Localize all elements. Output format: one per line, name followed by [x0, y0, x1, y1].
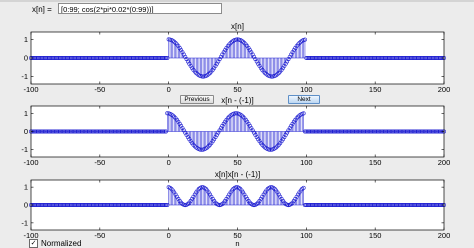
x-tick-label: 150	[369, 158, 382, 167]
x-tick-label: 200	[438, 158, 451, 167]
y-tick-label: 0	[24, 201, 28, 210]
x-tick-label: -50	[94, 85, 105, 94]
x-tick-label: 150	[369, 85, 382, 94]
plot-panel-1: x[n] -100 -50 0 50 100 150 200 -1 0 1	[21, 22, 450, 94]
plot-1-title: x[n]	[231, 22, 244, 31]
previous-button[interactable]: Previous	[180, 95, 214, 104]
x-tick-label: 0	[167, 231, 171, 240]
plot-panel-2: x[n - (-1)] -100 -50 0 50 100 150 200 -1 0 1	[21, 96, 450, 167]
normalized-label: Normalized	[41, 239, 82, 248]
plot-panel-3: x[n]x[n - (-1)]-100 -50 0 50 100 150 200-101n	[21, 170, 450, 248]
normalized-checkbox[interactable]: ✓	[29, 239, 38, 248]
plot-3-xlabel: n	[235, 239, 239, 248]
y-tick-label: -1	[21, 218, 28, 227]
x-tick-label: 50	[233, 85, 241, 94]
x-tick-label: 200	[438, 85, 451, 94]
x-tick-label: -50	[94, 231, 105, 240]
y-tick-label: -1	[21, 72, 28, 81]
x-tick-label: 100	[300, 231, 313, 240]
x-tick-label: 100	[300, 85, 313, 94]
y-tick-label: 1	[24, 35, 28, 44]
y-tick-label: 1	[24, 109, 28, 118]
x-tick-label: -50	[94, 158, 105, 167]
x-tick-label: 0	[167, 85, 171, 94]
plots-canvas: x[n]-100 -50 0 50 100 150 200-101x[n - (-1)]-1…	[21, 22, 450, 248]
y-tick-label: 1	[24, 183, 28, 192]
x-tick-label: 200	[438, 231, 451, 240]
y-tick-label: 0	[24, 54, 28, 63]
x-tick-label: 150	[369, 231, 382, 240]
x-tick-label: 50	[233, 158, 241, 167]
x-tick-label: 0	[167, 158, 171, 167]
next-button[interactable]: Next	[288, 95, 320, 104]
y-tick-label: 0	[24, 127, 28, 136]
normalized-option[interactable]: ✓ Normalized	[29, 239, 81, 248]
x-tick-label: -100	[23, 85, 38, 94]
y-tick-label: -1	[21, 145, 28, 154]
x-tick-label: -100	[23, 158, 38, 167]
plot-3-title: x[n]x[n - (-1)]	[215, 170, 260, 179]
x-tick-label: 100	[300, 158, 313, 167]
signal-viewer-window: x[n] = [0:99; cos(2*pi*0.02*(0:99))] x[n…	[0, 0, 474, 248]
plot-2-title: x[n - (-1)]	[221, 96, 253, 105]
